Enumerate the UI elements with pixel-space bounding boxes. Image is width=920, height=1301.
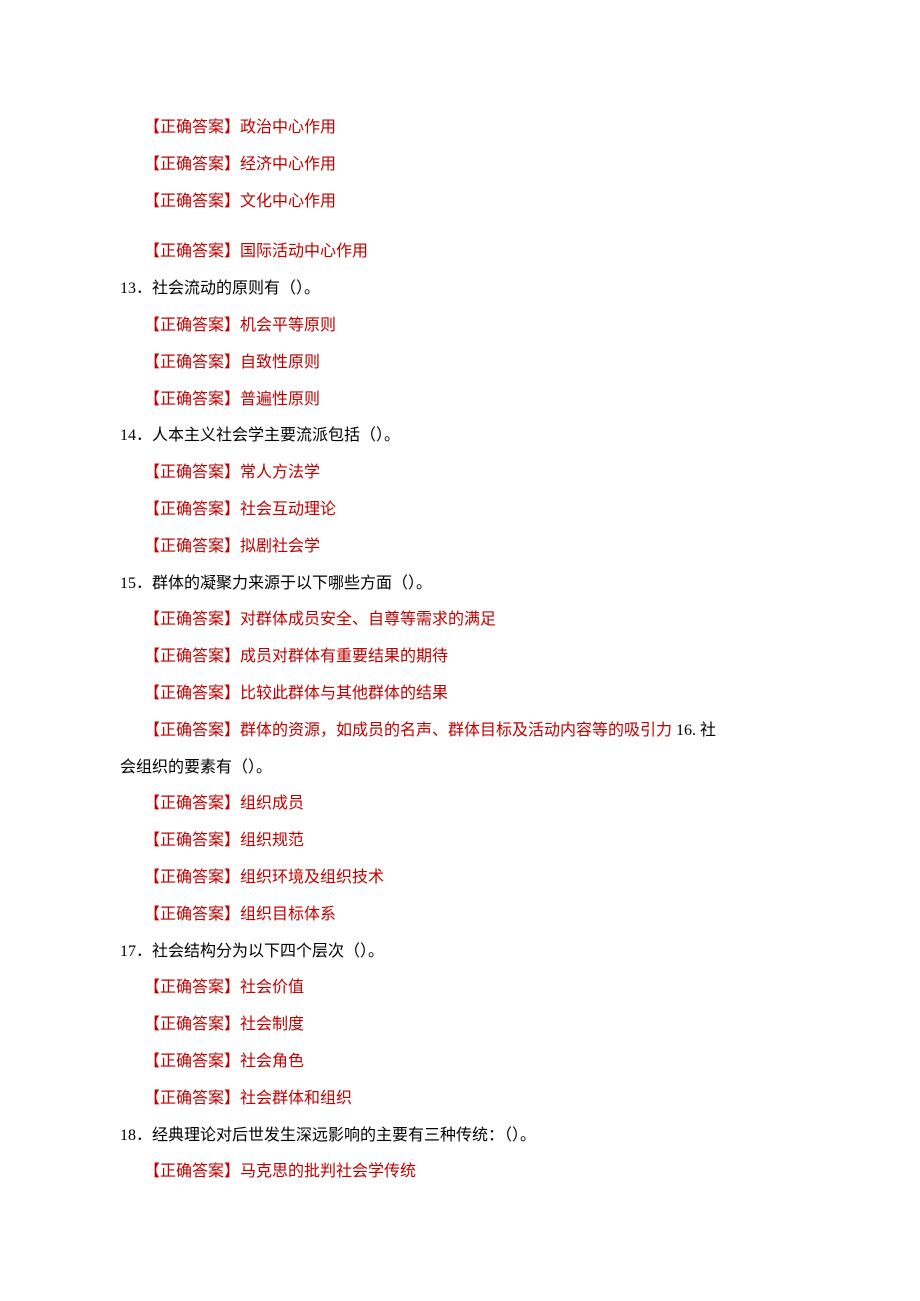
answer-text: 国际活动中心作用 [240,243,368,260]
answer-prefix: 【正确答案】 [144,795,240,812]
answer-line: 【正确答案】比较此群体与其他群体的结果 [120,676,800,713]
question-number: 13 [120,280,136,297]
answer-prefix: 【正确答案】 [144,648,240,665]
answer-prefix: 【正确答案】 [144,1053,240,1070]
answer-text: 常人方法学 [240,464,320,481]
answer-prefix: 【正确答案】 [144,685,240,702]
answer-line: 【正确答案】组织规范 [120,823,800,860]
answer-line: 【正确答案】机会平等原则 [120,308,800,345]
answer-prefix: 【正确答案】 [144,979,240,996]
question-text: ．社会流动的原则有（）。 [136,280,320,297]
answer-prefix: 【正确答案】 [144,464,240,481]
answer-text: 马克思的批判社会学传统 [240,1163,416,1180]
answer-text: 自致性原则 [240,354,320,371]
question-text: ．经典理论对后世发生深远影响的主要有三种传统：（）。 [136,1127,536,1144]
answer-prefix: 【正确答案】 [144,538,240,555]
answer-text: 成员对群体有重要结果的期待 [240,648,448,665]
answer-line: 【正确答案】自致性原则 [120,345,800,382]
question-number: 18 [120,1127,136,1144]
answer-line: 【正确答案】组织成员 [120,786,800,823]
answer-prefix: 【正确答案】 [144,119,240,136]
answer-prefix: 【正确答案】 [144,391,240,408]
answer-line: 【正确答案】成员对群体有重要结果的期待 [120,639,800,676]
answer-text: 社会角色 [240,1053,304,1070]
question-number: 14 [120,427,136,444]
question-text: ．人本主义社会学主要流派包括（）。 [136,427,400,444]
question-18: 18．经典理论对后世发生深远影响的主要有三种传统：（）。 [120,1118,800,1155]
answer-line: 【正确答案】拟剧社会学 [120,529,800,566]
answer-text: 组织成员 [240,795,304,812]
answer-text: 社会制度 [240,1016,304,1033]
answer-prefix: 【正确答案】 [144,1016,240,1033]
answer-prefix: 【正确答案】 [144,1163,240,1180]
answer-text: 经济中心作用 [240,156,336,173]
answer-text: 机会平等原则 [240,317,336,334]
question-16-inline-number: 16. [676,722,700,739]
answer-prefix: 【正确答案】 [144,611,240,628]
answer-prefix: 【正确答案】 [144,317,240,334]
answer-prefix: 【正确答案】 [144,1090,240,1107]
answer-line: 【正确答案】国际活动中心作用 [120,234,800,271]
answer-text: 社会互动理论 [240,501,336,518]
question-14: 14．人本主义社会学主要流派包括（）。 [120,418,800,455]
answer-line: 【正确答案】普遍性原则 [120,382,800,419]
answer-line: 【正确答案】社会角色 [120,1044,800,1081]
answer-line: 【正确答案】组织目标体系 [120,897,800,934]
answer-line: 【正确答案】社会价值 [120,970,800,1007]
answer-prefix: 【正确答案】 [144,869,240,886]
question-16-inline-part1: 社 [700,722,716,739]
question-16-wrapped: 会组织的要素有（）。 [120,750,800,787]
question-17: 17．社会结构分为以下四个层次（）。 [120,934,800,971]
answer-text: 比较此群体与其他群体的结果 [240,685,448,702]
answer-text: 普遍性原则 [240,391,320,408]
question-text: ．社会结构分为以下四个层次（）。 [136,943,384,960]
answer-text: 政治中心作用 [240,119,336,136]
answer-prefix: 【正确答案】 [144,354,240,371]
answer-line: 【正确答案】文化中心作用 [120,184,800,221]
answer-text: 拟剧社会学 [240,538,320,555]
answer-line: 【正确答案】社会群体和组织 [120,1081,800,1118]
answer-line: 【正确答案】马克思的批判社会学传统 [120,1154,800,1191]
answer-line-combined: 【正确答案】群体的资源，如成员的名声、群体目标及活动内容等的吸引力 16. 社 [120,713,800,750]
answer-line: 【正确答案】对群体成员安全、自尊等需求的满足 [120,602,800,639]
question-13: 13．社会流动的原则有（）。 [120,271,800,308]
answer-prefix: 【正确答案】 [144,193,240,210]
question-text: ．群体的凝聚力来源于以下哪些方面（）。 [136,575,432,592]
answer-line: 【正确答案】政治中心作用 [120,110,800,147]
question-number: 17 [120,943,136,960]
answer-line: 【正确答案】组织环境及组织技术 [120,860,800,897]
question-number: 15 [120,575,136,592]
answer-text: 群体的资源，如成员的名声、群体目标及活动内容等的吸引力 [240,722,676,739]
answer-prefix: 【正确答案】 [144,501,240,518]
answer-prefix: 【正确答案】 [144,243,240,260]
question-15: 15．群体的凝聚力来源于以下哪些方面（）。 [120,566,800,603]
answer-prefix: 【正确答案】 [144,832,240,849]
answer-text: 文化中心作用 [240,193,336,210]
answer-prefix: 【正确答案】 [144,722,240,739]
answer-prefix: 【正确答案】 [144,156,240,173]
answer-line: 【正确答案】社会制度 [120,1007,800,1044]
answer-text: 组织目标体系 [240,906,336,923]
answer-prefix: 【正确答案】 [144,906,240,923]
answer-text: 社会价值 [240,979,304,996]
answer-text: 组织规范 [240,832,304,849]
answer-line: 【正确答案】社会互动理论 [120,492,800,529]
answer-line: 【正确答案】常人方法学 [120,455,800,492]
answer-line: 【正确答案】经济中心作用 [120,147,800,184]
answer-text: 社会群体和组织 [240,1090,352,1107]
answer-text: 对群体成员安全、自尊等需求的满足 [240,611,496,628]
answer-text: 组织环境及组织技术 [240,869,384,886]
